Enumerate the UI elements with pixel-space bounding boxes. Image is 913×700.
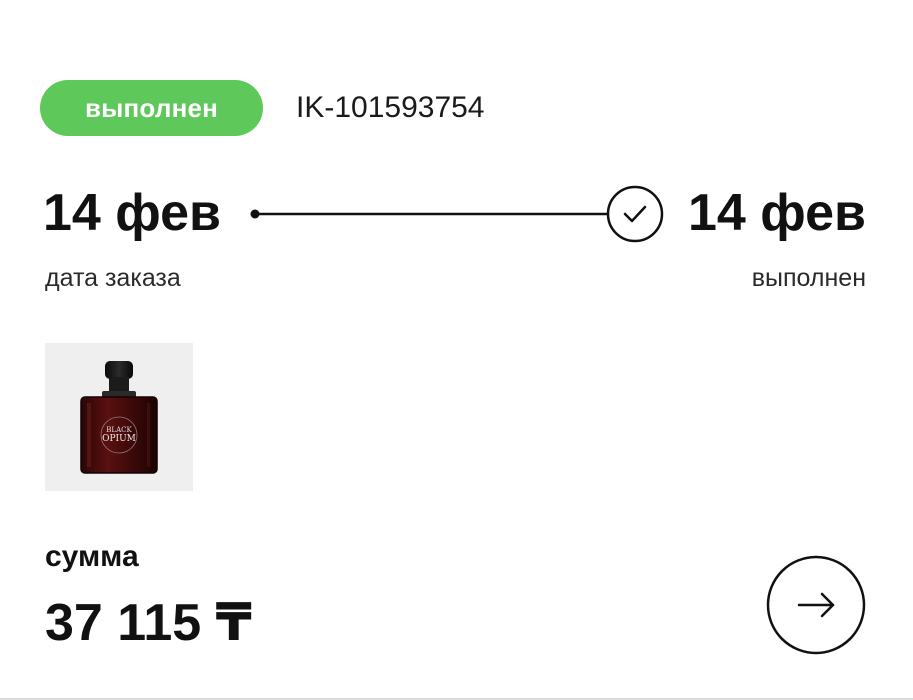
order-timeline <box>250 185 664 243</box>
arrow-right-icon <box>766 555 866 655</box>
bottle-text-2: OPIUM <box>102 434 136 444</box>
check-icon <box>606 185 664 243</box>
order-date-caption: дата заказа <box>45 264 181 292</box>
order-card[interactable]: выполнен IK-101593754 14 фев 14 фев дата… <box>0 0 913 700</box>
order-date: 14 фев <box>43 184 221 242</box>
sum-label: сумма <box>45 540 139 573</box>
status-badge: выполнен <box>40 80 263 136</box>
bottle-text-1: BLACK <box>106 426 132 434</box>
completed-date-caption: выполнен <box>751 264 866 292</box>
status-badge-label: выполнен <box>84 92 219 123</box>
order-id: IK-101593754 <box>296 91 485 124</box>
completed-date: 14 фев <box>688 184 866 242</box>
product-thumbnail[interactable]: BLACK OPIUM <box>45 343 193 491</box>
sum-amount: 37 115 ₸ <box>45 594 252 652</box>
order-details-button[interactable] <box>766 555 866 655</box>
perfume-bottle-icon: BLACK OPIUM <box>80 361 158 474</box>
